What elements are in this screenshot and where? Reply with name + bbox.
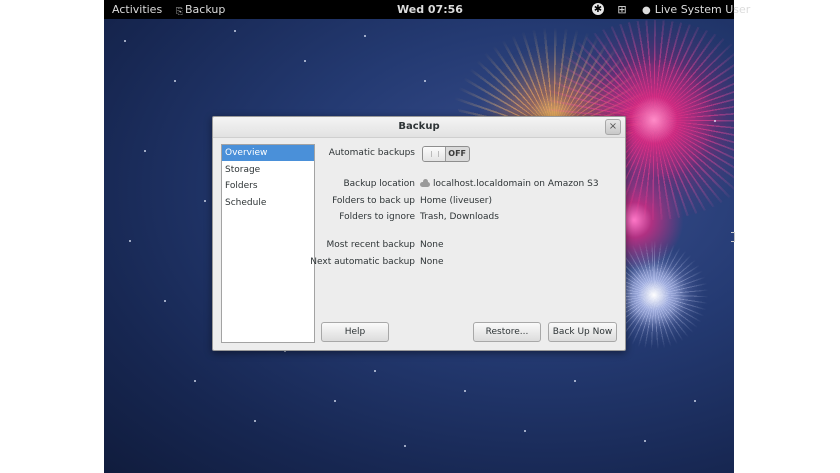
star bbox=[644, 440, 646, 442]
restore-button[interactable]: Restore... bbox=[473, 322, 541, 342]
accessibility-icon[interactable]: ✱ bbox=[592, 3, 604, 15]
folders-to-ignore-value: Trash, Downloads bbox=[420, 212, 499, 222]
automatic-backups-toggle[interactable]: OFF bbox=[422, 146, 470, 162]
backup-location-label: Backup location bbox=[343, 179, 415, 189]
star bbox=[524, 430, 526, 432]
close-icon: × bbox=[608, 121, 618, 132]
next-automatic-backup-value: None bbox=[420, 257, 444, 267]
folders-to-back-up-value: Home (liveuser) bbox=[420, 196, 492, 206]
star bbox=[574, 380, 576, 382]
sidebar-item-storage[interactable]: Storage bbox=[222, 162, 314, 178]
sidebar-item-overview[interactable]: Overview bbox=[222, 145, 314, 161]
mouse-cursor bbox=[731, 232, 735, 242]
star bbox=[174, 80, 176, 82]
star bbox=[424, 80, 426, 82]
form-labels: Automatic backups Backup location Folder… bbox=[310, 117, 416, 350]
top-bar: Activities ⎘ Backup Wed 07:56 ✱ ⊞ ● Live S… bbox=[104, 0, 750, 19]
star bbox=[204, 200, 206, 202]
activities-button[interactable]: Activities bbox=[112, 3, 162, 16]
star bbox=[129, 240, 131, 242]
folders-to-ignore-label: Folders to ignore bbox=[339, 212, 415, 222]
close-button[interactable]: × bbox=[605, 119, 621, 135]
star bbox=[144, 150, 146, 152]
toggle-state: OFF bbox=[448, 149, 466, 158]
toggle-knob bbox=[423, 147, 446, 161]
sidebar: Overview Storage Folders Schedule bbox=[221, 144, 315, 343]
star bbox=[374, 370, 376, 372]
star bbox=[464, 390, 466, 392]
network-icon[interactable]: ⊞ bbox=[616, 3, 628, 16]
dialog-title: Backup bbox=[398, 121, 440, 132]
star bbox=[334, 400, 336, 402]
star bbox=[234, 30, 236, 32]
back-up-now-button[interactable]: Back Up Now bbox=[548, 322, 617, 342]
star bbox=[714, 120, 716, 122]
grip-icon bbox=[431, 151, 439, 157]
backup-location-value: localhost.localdomain on Amazon S3 bbox=[420, 179, 599, 189]
most-recent-backup-label: Most recent backup bbox=[326, 240, 416, 250]
sidebar-item-schedule[interactable]: Schedule bbox=[222, 195, 314, 211]
app-menu-label: Backup bbox=[185, 3, 226, 16]
star bbox=[304, 60, 306, 62]
app-menu[interactable]: ⎘ Backup bbox=[176, 3, 226, 17]
most-recent-backup-value: None bbox=[420, 240, 444, 250]
star bbox=[164, 300, 166, 302]
app-icon: ⎘ bbox=[176, 7, 184, 17]
clock[interactable]: Wed 07:56 bbox=[397, 3, 463, 16]
backup-location-text: localhost.localdomain on Amazon S3 bbox=[433, 179, 599, 189]
dialog-titlebar[interactable]: Backup × bbox=[213, 117, 625, 138]
star bbox=[124, 40, 126, 42]
star bbox=[694, 400, 696, 402]
user-menu[interactable]: ● Live System User bbox=[642, 3, 750, 17]
star bbox=[194, 380, 196, 382]
star bbox=[364, 35, 366, 37]
star bbox=[404, 445, 406, 447]
sidebar-item-folders[interactable]: Folders bbox=[222, 178, 314, 194]
automatic-backups-label: Automatic backups bbox=[328, 148, 415, 158]
folders-to-back-up-label: Folders to back up bbox=[332, 196, 415, 206]
help-button[interactable]: Help bbox=[321, 322, 389, 342]
next-automatic-backup-label: Next automatic backup bbox=[310, 257, 415, 267]
user-name: Live System User bbox=[654, 3, 751, 16]
cloud-icon bbox=[420, 179, 430, 187]
backup-dialog: Backup × Overview Storage Folders Schedu… bbox=[212, 116, 626, 351]
user-icon: ● bbox=[642, 5, 651, 16]
star bbox=[254, 420, 256, 422]
